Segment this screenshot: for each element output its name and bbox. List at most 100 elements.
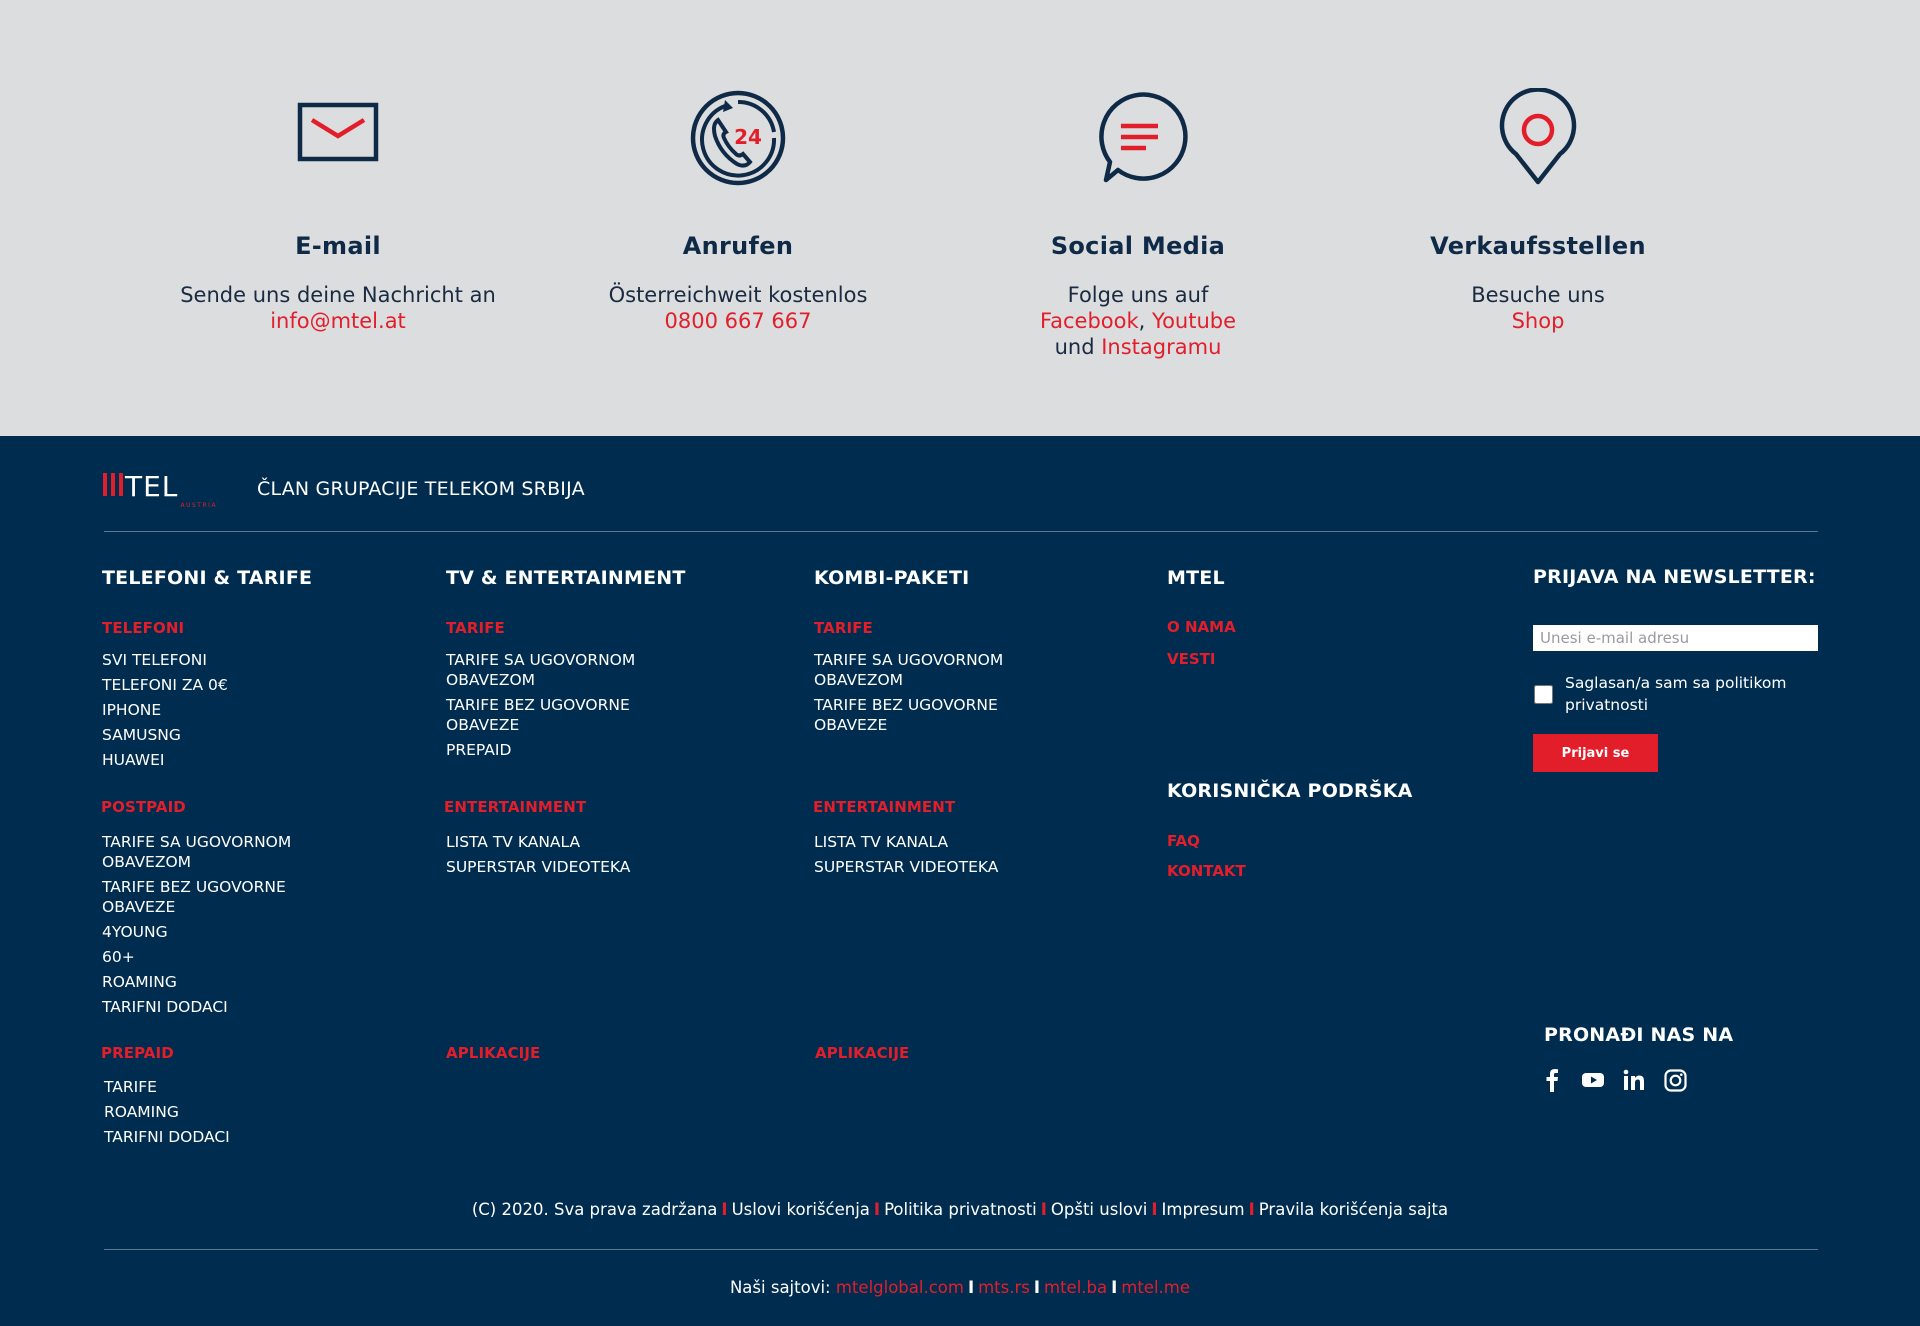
linkedin-icon[interactable] — [1622, 1068, 1646, 1092]
contact-title: Social Media — [1050, 232, 1226, 260]
list-item[interactable]: HUAWEI — [102, 750, 332, 770]
contact-line: Sende uns deine Nachricht an — [180, 283, 496, 307]
list-item[interactable]: SVI TELEFONI — [102, 650, 332, 670]
site-link[interactable]: mtel.me — [1121, 1278, 1190, 1297]
list-telefoni: SVI TELEFONI TELEFONI ZA 0€ IPHONE SAMUS… — [102, 650, 332, 775]
contact-text: Österreichweit kostenlos 0800 667 667 — [538, 282, 938, 334]
list-tv-entertainment: LISTA TV KANALA SUPERSTAR VIDEOTEKA — [446, 832, 676, 882]
svg-text:24: 24 — [734, 125, 762, 149]
logo-mark-icon: TEL AUSTRIA — [103, 470, 217, 509]
list-item[interactable]: IPHONE — [102, 700, 332, 720]
phone-24-icon: 24 — [690, 90, 786, 186]
copyright-text: (C) 2020. Sva prava zadržana — [471, 1200, 718, 1219]
sub-tv-apps[interactable]: APLIKACIJE — [446, 1044, 540, 1062]
list-postpaid: TARIFE SA UGOVORNOM OBAVEZOM TARIFE BEZ … — [102, 832, 332, 1022]
and-text: und — [1054, 335, 1095, 359]
list-item[interactable]: TARIFNI DODACI — [102, 997, 332, 1017]
contact-title: E-mail — [295, 232, 381, 260]
facebook-link[interactable]: Facebook — [1040, 309, 1139, 333]
list-item[interactable]: ROAMING — [102, 972, 332, 992]
list-item[interactable]: TARIFE BEZ UGOVORNE OBAVEZE — [814, 695, 1044, 735]
instagram-link[interactable]: Instagramu — [1101, 335, 1221, 359]
sites-label: Naši sajtovi: — [729, 1278, 831, 1297]
sub-telefoni[interactable]: TELEFONI — [102, 619, 184, 637]
col-tv-title: TV & ENTERTAINMENT — [446, 567, 686, 589]
subscribe-button[interactable]: Prijavi se — [1533, 734, 1658, 772]
list-item[interactable]: VESTI — [1167, 649, 1387, 669]
contact-line: Österreichweit kostenlos — [608, 283, 868, 307]
logo-text: TEL — [124, 470, 178, 503]
contact-line: Folge uns auf — [1067, 283, 1209, 307]
legal-bar: (C) 2020. Sva prava zadržana I Uslovi kori… — [0, 1200, 1920, 1219]
contact-text: Besuche uns Shop — [1338, 282, 1738, 334]
logo-subtext: AUSTRIA — [180, 502, 217, 509]
chat-bubble-icon — [1099, 92, 1188, 183]
list-item[interactable]: O NAMA — [1167, 617, 1387, 637]
newsletter-title: PRIJAVA NA NEWSLETTER: — [1533, 566, 1816, 588]
separator: I — [1248, 1200, 1255, 1219]
list-item[interactable]: TARIFE — [104, 1077, 334, 1097]
sub-tv-tarife[interactable]: TARIFE — [446, 619, 505, 637]
list-tv-tarife: TARIFE SA UGOVORNOM OBAVEZOM TARIFE BEZ … — [446, 650, 676, 765]
list-item[interactable]: SAMUSNG — [102, 725, 332, 745]
legal-link[interactable]: Opšti uslovi — [1051, 1200, 1147, 1219]
email-field[interactable] — [1533, 625, 1818, 651]
list-item[interactable]: ROAMING — [104, 1102, 334, 1122]
consent-label: Saglasan/a sam sa politikom privatnosti — [1565, 674, 1787, 714]
list-item[interactable]: LISTA TV KANALA — [814, 832, 1044, 852]
list-item[interactable]: SUPERSTAR VIDEOTEKA — [446, 857, 676, 877]
separator: I — [1151, 1200, 1158, 1219]
sub-kombi-apps[interactable]: APLIKACIJE — [815, 1044, 909, 1062]
sub-kombi-tarife[interactable]: TARIFE — [814, 619, 873, 637]
list-item[interactable]: SUPERSTAR VIDEOTEKA — [814, 857, 1044, 877]
facebook-icon[interactable] — [1540, 1068, 1564, 1092]
find-us-title: PRONAĐI NAS NA — [1544, 1024, 1734, 1046]
consent-checkbox[interactable] — [1534, 685, 1553, 704]
site-link[interactable]: mts.rs — [978, 1278, 1030, 1297]
list-prepaid: TARIFE ROAMING TARIFNI DODACI — [104, 1077, 334, 1152]
list-item[interactable]: 4YOUNG — [102, 922, 332, 942]
list-item[interactable]: FAQ — [1167, 831, 1387, 851]
list-item[interactable]: TARIFE BEZ UGOVORNE OBAVEZE — [102, 877, 332, 917]
sub-prepaid[interactable]: PREPAID — [101, 1044, 174, 1062]
list-kombi-entertainment: LISTA TV KANALA SUPERSTAR VIDEOTEKA — [814, 832, 1044, 882]
youtube-icon[interactable] — [1581, 1068, 1605, 1092]
list-item[interactable]: TARIFE BEZ UGOVORNE OBAVEZE — [446, 695, 676, 735]
list-item[interactable]: KONTAKT — [1167, 861, 1387, 881]
contact-text: Folge uns auf Facebook, Youtube und Inst… — [938, 282, 1338, 360]
separator: I — [873, 1200, 881, 1219]
legal-link[interactable]: Pravila korišćenja sajta — [1259, 1200, 1448, 1219]
separator: I — [721, 1200, 728, 1219]
list-item[interactable]: LISTA TV KANALA — [446, 832, 676, 852]
contact-line: Besuche uns — [1471, 283, 1605, 307]
col-mtel-title: MTEL — [1167, 567, 1225, 589]
list-item[interactable]: TARIFE SA UGOVORNOM OBAVEZOM — [446, 650, 676, 690]
sub-postpaid[interactable]: POSTPAID — [101, 798, 186, 816]
sub-kombi-entertainment[interactable]: ENTERTAINMENT — [813, 798, 955, 816]
col-support-title: KORISNIČKA PODRŠKA — [1167, 780, 1413, 802]
list-item[interactable]: TELEFONI ZA 0€ — [102, 675, 332, 695]
col-kombi-title: KOMBI-PAKETI — [814, 567, 970, 589]
separator: I — [967, 1278, 975, 1297]
legal-link[interactable]: Politika privatnosti — [884, 1200, 1037, 1219]
youtube-link[interactable]: Youtube — [1152, 309, 1236, 333]
instagram-icon[interactable] — [1663, 1068, 1687, 1092]
list-item[interactable]: TARIFE SA UGOVORNOM OBAVEZOM — [102, 832, 332, 872]
list-item[interactable]: TARIFE SA UGOVORNOM OBAVEZOM — [814, 650, 1044, 690]
contact-band: E-mail Sende uns deine Nachricht an info… — [0, 0, 1920, 436]
email-link[interactable]: info@mtel.at — [270, 309, 406, 333]
site-link[interactable]: mtel.ba — [1044, 1278, 1107, 1297]
legal-link[interactable]: Impresum — [1162, 1200, 1245, 1219]
legal-link[interactable]: Uslovi korišćenja — [732, 1200, 870, 1219]
site-link[interactable]: mtelglobal.com — [836, 1278, 964, 1297]
phone-link[interactable]: 0800 667 667 — [665, 309, 812, 333]
list-item[interactable]: 60+ — [102, 947, 332, 967]
list-item[interactable]: PREPAID — [446, 740, 676, 760]
social-links — [1540, 1068, 1687, 1092]
separator: I — [1033, 1278, 1041, 1297]
shop-link[interactable]: Shop — [1512, 309, 1565, 333]
list-item[interactable]: TARIFNI DODACI — [104, 1127, 334, 1147]
envelope-icon — [297, 102, 379, 162]
sub-tv-entertainment[interactable]: ENTERTAINMENT — [444, 798, 586, 816]
mtel-logo[interactable]: TEL AUSTRIA — [103, 470, 218, 510]
